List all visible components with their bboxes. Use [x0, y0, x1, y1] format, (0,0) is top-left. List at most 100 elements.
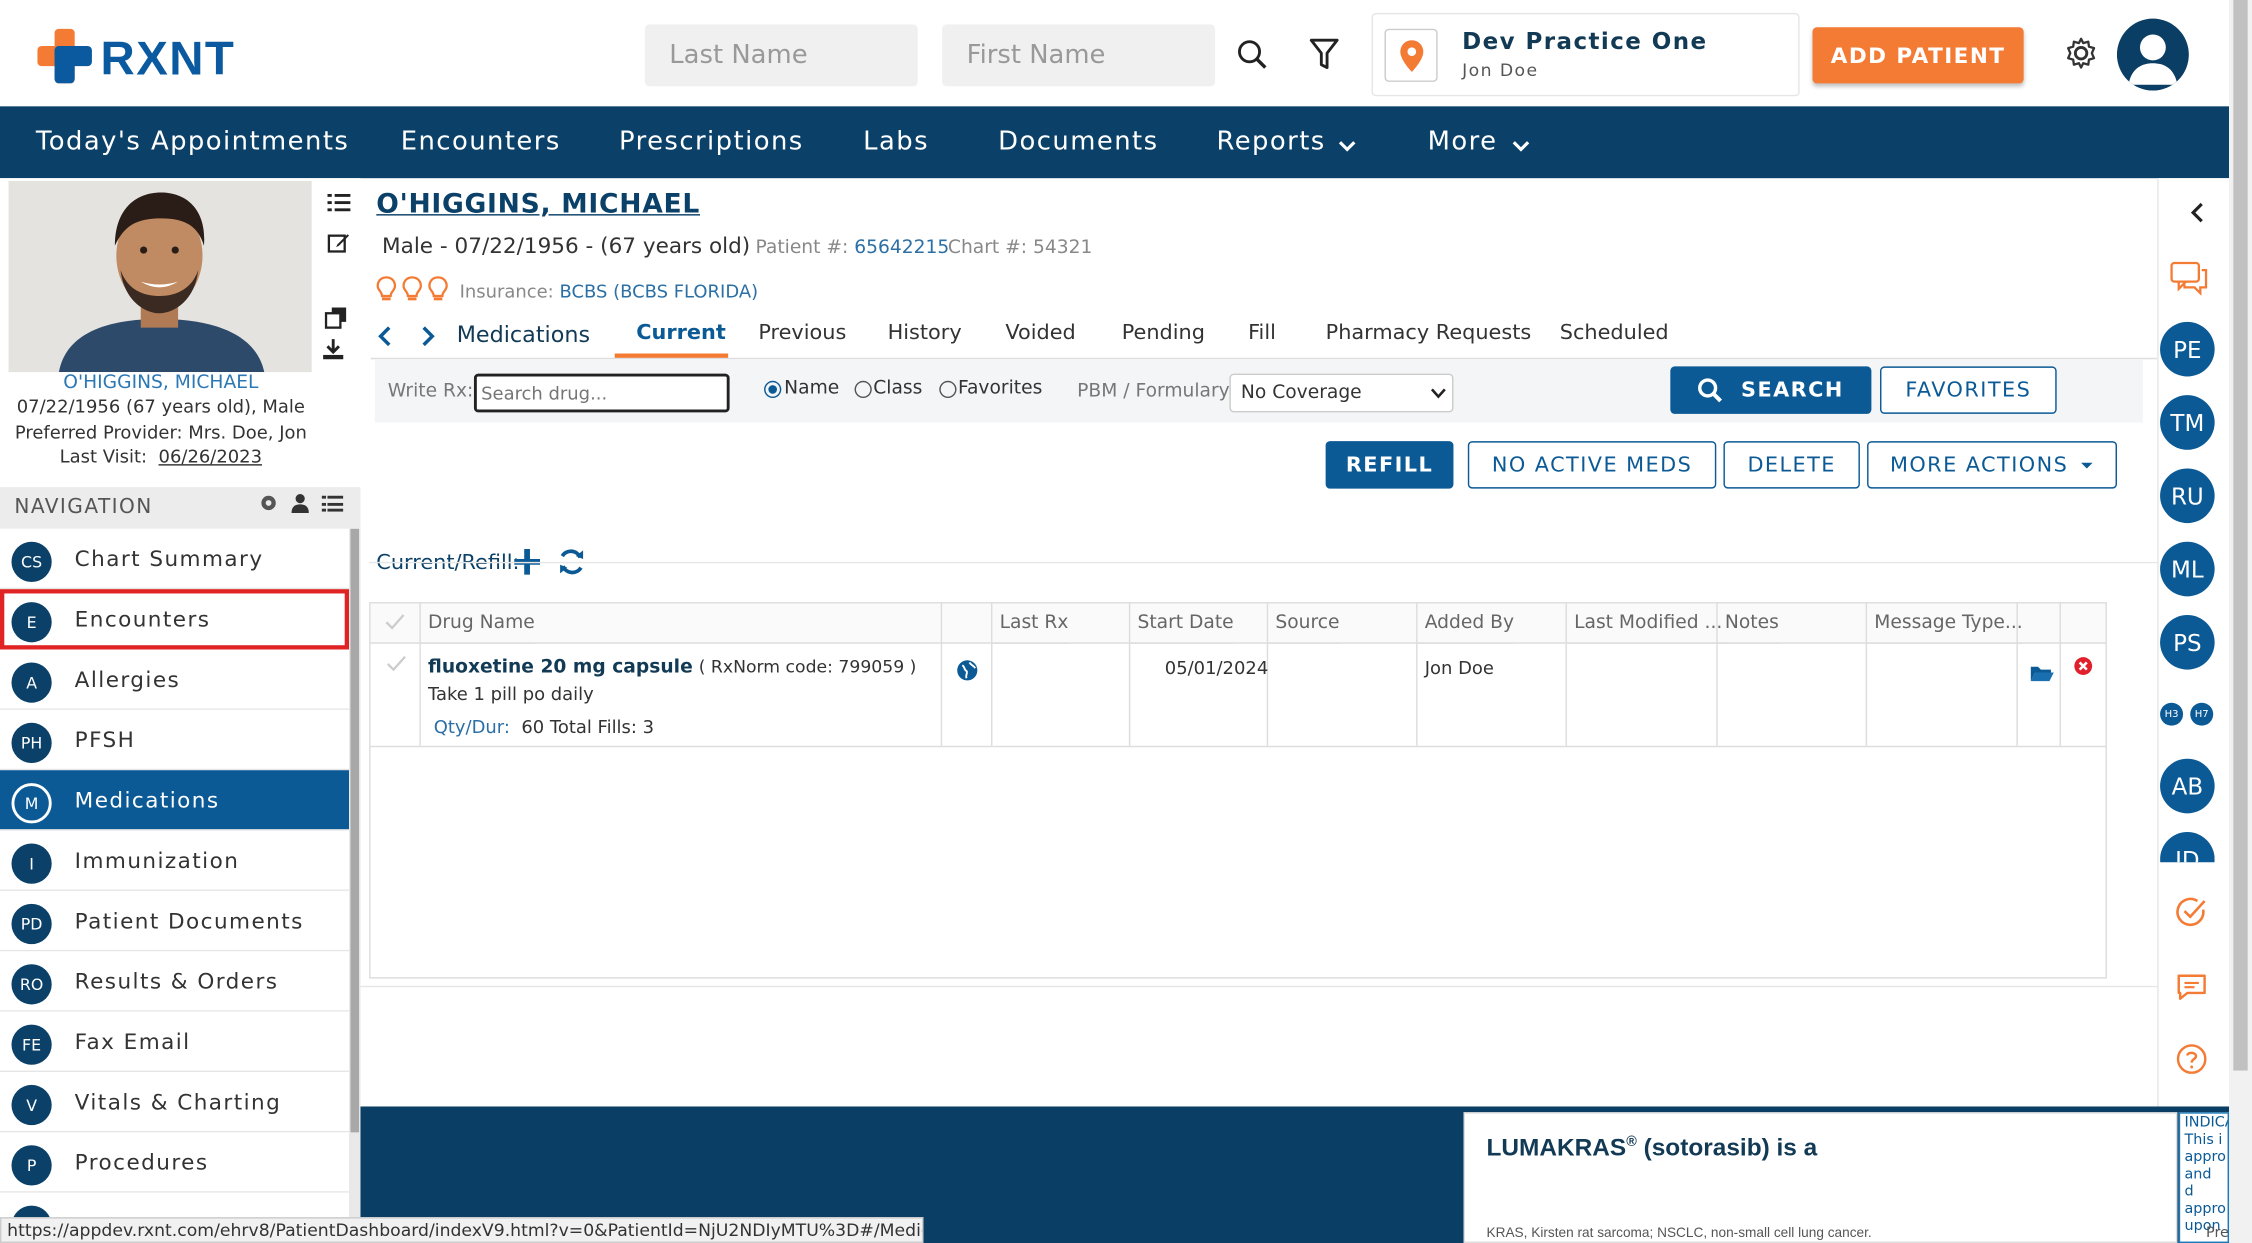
- sidebar-scrollbar-thumb[interactable]: [350, 528, 360, 1133]
- first-name-input[interactable]: First Name: [942, 24, 1216, 87]
- scroll-up-arrow[interactable]: [2235, 0, 2246, 11]
- tab-pharmacy-requests[interactable]: Pharmacy Requests: [1326, 322, 1532, 345]
- user-avatar-tm[interactable]: TM: [2160, 395, 2215, 450]
- column-message-type[interactable]: Message Type...: [1865, 602, 2023, 644]
- chevron-left-icon[interactable]: [376, 325, 393, 354]
- badge-h7[interactable]: H7: [2190, 702, 2214, 726]
- sidebar-item-encounters[interactable]: E Encounters: [0, 589, 350, 650]
- row-check-icon[interactable]: [386, 651, 406, 678]
- globe-icon[interactable]: [957, 660, 979, 687]
- sidebar-item-pfsh[interactable]: PH PFSH: [0, 709, 350, 771]
- search-icon[interactable]: [1232, 34, 1272, 74]
- nav-reports[interactable]: Reports: [1216, 106, 1325, 178]
- user-avatar[interactable]: [2116, 18, 2189, 91]
- drug-name[interactable]: fluoxetine 20 mg capsule: [428, 657, 693, 679]
- nav-prescriptions[interactable]: Prescriptions: [619, 106, 804, 178]
- nav-more[interactable]: More: [1428, 106, 1498, 178]
- delete-button[interactable]: DELETE: [1723, 441, 1860, 489]
- sidebar-item-procedures[interactable]: P Procedures: [0, 1132, 350, 1193]
- patient-name-caption[interactable]: O'HIGGINS, MICHAEL: [0, 372, 322, 394]
- list-icon[interactable]: [326, 190, 352, 216]
- folder-icon[interactable]: [2029, 661, 2055, 688]
- chevron-down-icon[interactable]: [1511, 132, 1531, 159]
- more-actions-button[interactable]: MORE ACTIONS: [1867, 441, 2117, 489]
- rxnt-logo[interactable]: [37, 28, 94, 84]
- user-avatar-jd-partial[interactable]: JD: [2160, 832, 2215, 863]
- chevron-right-icon[interactable]: [419, 325, 436, 354]
- nav-encounters[interactable]: Encounters: [401, 106, 561, 178]
- no-active-meds-button[interactable]: NO ACTIVE MEDS: [1467, 441, 1717, 489]
- user-avatar-ps[interactable]: PS: [2160, 615, 2215, 670]
- sidebar-item-patient-documents[interactable]: PD Patient Documents: [0, 890, 350, 952]
- nav-documents[interactable]: Documents: [998, 106, 1158, 178]
- radio-favorites[interactable]: Favorites: [939, 378, 1042, 399]
- tab-previous[interactable]: Previous: [758, 322, 846, 345]
- download-icon[interactable]: [320, 336, 346, 362]
- sidebar-item-vitals-charting[interactable]: V Vitals & Charting: [0, 1071, 350, 1133]
- tab-current[interactable]: Current: [636, 322, 726, 345]
- gear-icon[interactable]: [2061, 33, 2101, 73]
- chevron-left-icon[interactable]: [2189, 201, 2206, 230]
- tab-fill[interactable]: Fill: [1248, 322, 1276, 345]
- tab-pending[interactable]: Pending: [1122, 322, 1205, 345]
- badge-h3[interactable]: H3: [2160, 702, 2184, 726]
- select-all-check-icon[interactable]: [385, 609, 405, 636]
- tab-voided[interactable]: Voided: [1005, 322, 1075, 345]
- column-start-date[interactable]: Start Date: [1128, 602, 1234, 644]
- refill-button[interactable]: REFILL: [1325, 441, 1454, 489]
- ad-side-panel[interactable]: INDICA This i appro and d appro upon: [2178, 1112, 2230, 1243]
- column-source[interactable]: Source: [1266, 602, 1340, 644]
- column-last-modified[interactable]: Last Modified ...: [1565, 602, 1723, 644]
- radio-class[interactable]: Class: [854, 378, 922, 399]
- column-drug-name[interactable]: Drug Name: [419, 602, 535, 644]
- logo-text: RXNT: [100, 31, 236, 85]
- last-name-input[interactable]: Last Name: [644, 24, 918, 87]
- column-last-rx[interactable]: Last Rx: [990, 602, 1069, 644]
- refresh-icon[interactable]: [557, 547, 586, 581]
- sidebar-item-medications[interactable]: M Medications: [0, 770, 350, 831]
- alert-bulb-icon[interactable]: [428, 276, 448, 308]
- checkmark-circle-icon[interactable]: [2176, 897, 2208, 934]
- favorites-button[interactable]: FAVORITES: [1880, 366, 2057, 414]
- copy-icon[interactable]: [323, 305, 349, 331]
- column-notes[interactable]: Notes: [1716, 602, 1779, 644]
- sidebar-item-immunization[interactable]: I Immunization: [0, 830, 350, 891]
- user-avatar-ab[interactable]: AB: [2160, 758, 2215, 814]
- advertisement[interactable]: LUMAKRAS® (sotorasib) is a KRAS, Kirsten…: [1463, 1112, 2178, 1243]
- radio-name[interactable]: Name: [764, 378, 839, 399]
- insurance-value[interactable]: BCBS (BCBS FLORIDA): [559, 280, 758, 302]
- user-avatar-ru[interactable]: RU: [2160, 468, 2215, 524]
- user-avatar-ml[interactable]: ML: [2160, 541, 2215, 597]
- person-icon[interactable]: [289, 491, 312, 514]
- user-avatar-pe[interactable]: PE: [2160, 321, 2215, 377]
- search-button[interactable]: SEARCH: [1670, 366, 1872, 414]
- tab-history[interactable]: History: [888, 322, 962, 345]
- sidebar-item-fax-email[interactable]: FE Fax Email: [0, 1011, 350, 1072]
- sidebar-item-chart-summary[interactable]: CS Chart Summary: [0, 528, 350, 590]
- tab-scheduled[interactable]: Scheduled: [1560, 322, 1669, 345]
- list-icon[interactable]: [320, 491, 343, 514]
- gear-icon[interactable]: [257, 491, 280, 514]
- last-visit-date[interactable]: 06/26/2023: [159, 445, 262, 467]
- close-icon[interactable]: [2074, 654, 2093, 681]
- nav-todays-appointments[interactable]: Today's Appointments: [36, 106, 349, 178]
- message-icon[interactable]: [2176, 973, 2208, 1007]
- filter-icon[interactable]: [1304, 34, 1344, 74]
- alert-bulb-icon[interactable]: [376, 276, 397, 308]
- pbm-select[interactable]: No Coverage: [1229, 373, 1454, 413]
- edit-icon[interactable]: [326, 230, 352, 256]
- add-patient-button[interactable]: ADD PATIENT: [1812, 27, 2024, 84]
- chevron-down-icon[interactable]: [1337, 132, 1357, 159]
- help-icon[interactable]: [2176, 1043, 2208, 1080]
- practice-selector[interactable]: Dev Practice One Jon Doe: [1371, 12, 1800, 97]
- drug-search-input[interactable]: [473, 373, 730, 413]
- alert-bulb-icon[interactable]: [402, 276, 422, 308]
- nav-labs[interactable]: Labs: [863, 106, 929, 178]
- sidebar-item-results-orders[interactable]: RO Results & Orders: [0, 951, 350, 1012]
- sidebar-item-allergies[interactable]: A Allergies: [0, 649, 350, 710]
- chat-bubbles-icon[interactable]: [2170, 261, 2208, 302]
- page-title[interactable]: O'HIGGINS, MICHAEL: [376, 190, 700, 220]
- add-icon[interactable]: [514, 548, 541, 581]
- page-scrollbar-thumb[interactable]: [2233, 0, 2248, 1071]
- column-added-by[interactable]: Added By: [1416, 602, 1515, 644]
